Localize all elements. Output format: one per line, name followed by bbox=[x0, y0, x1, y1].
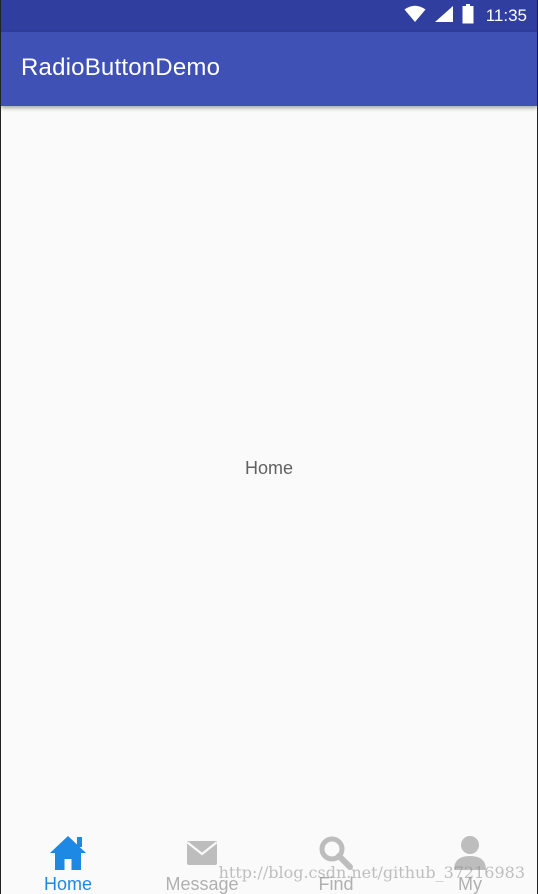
app-screen: 11:35 RadioButtonDemo Home Home Message … bbox=[0, 0, 538, 894]
nav-item-home[interactable]: Home bbox=[1, 824, 135, 894]
nav-item-message[interactable]: Message bbox=[135, 824, 269, 894]
bottom-nav: Home Message Find My bbox=[1, 824, 537, 894]
person-icon bbox=[448, 832, 492, 874]
nav-label-message: Message bbox=[165, 874, 239, 894]
cell-signal-icon bbox=[434, 5, 454, 28]
nav-item-my[interactable]: My bbox=[403, 824, 537, 894]
home-icon bbox=[46, 832, 90, 874]
envelope-icon bbox=[180, 832, 224, 874]
app-bar: RadioButtonDemo bbox=[1, 32, 537, 106]
nav-label-my: My bbox=[458, 874, 482, 894]
search-icon bbox=[314, 832, 358, 874]
status-time: 11:35 bbox=[485, 6, 527, 25]
content-area: Home bbox=[1, 106, 537, 824]
nav-label-find: Find bbox=[318, 874, 354, 894]
content-text: Home bbox=[244, 458, 293, 478]
status-icons: 11:35 bbox=[404, 0, 527, 32]
wifi-icon bbox=[404, 5, 426, 28]
nav-label-home: Home bbox=[43, 874, 92, 894]
nav-item-find[interactable]: Find bbox=[269, 824, 403, 894]
status-bar: 11:35 bbox=[1, 0, 537, 32]
app-title: RadioButtonDemo bbox=[21, 54, 221, 81]
battery-icon bbox=[462, 3, 474, 29]
